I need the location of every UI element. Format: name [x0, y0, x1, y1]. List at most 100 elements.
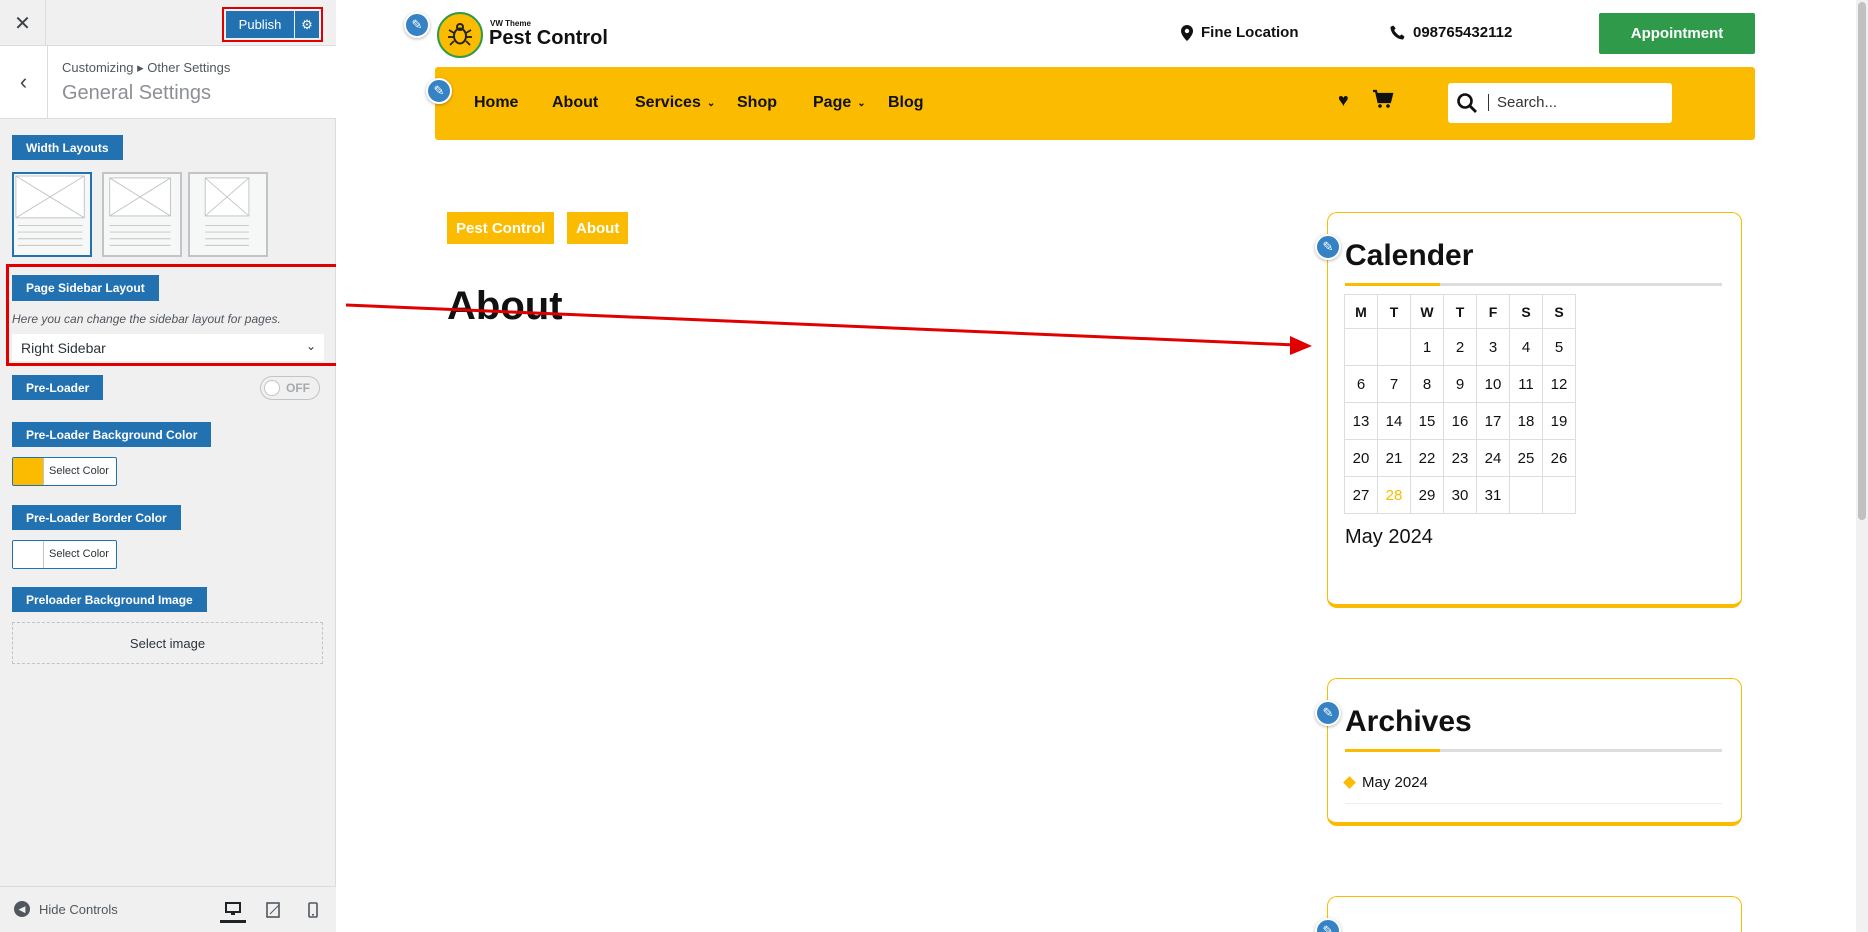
chevron-down-icon: ⌄	[857, 97, 866, 109]
calendar-day: 4	[1509, 328, 1543, 366]
calendar-day: 21	[1377, 439, 1411, 477]
layout-boxed[interactable]	[188, 172, 268, 257]
chevron-down-icon: ⌄	[706, 97, 716, 109]
calendar-day: 15	[1410, 402, 1444, 440]
calendar-day: 30	[1443, 476, 1477, 514]
calendar-empty-cell	[1542, 476, 1576, 514]
calendar-day: 18	[1509, 402, 1543, 440]
search-input[interactable]: Search...	[1448, 83, 1672, 123]
layout-boxed-icon	[204, 177, 250, 246]
search-placeholder: Search...	[1488, 94, 1557, 111]
page-sidebar-layout-value: Right Sidebar	[21, 339, 106, 356]
nav-blog[interactable]: Blog	[888, 94, 924, 112]
appointment-button[interactable]: Appointment	[1599, 13, 1755, 54]
calendar-week-row: 6 7 8 9 10 11 12	[1344, 365, 1576, 403]
preloader-bg-color-label: Pre-Loader Background Color	[12, 422, 212, 447]
cart-icon[interactable]	[1372, 88, 1394, 110]
layout-full-width[interactable]	[12, 172, 92, 257]
section-title: General Settings	[62, 82, 211, 104]
page-title: About	[447, 284, 563, 328]
divider	[1345, 803, 1722, 804]
calendar-day: 3	[1476, 328, 1510, 366]
title-underline	[1345, 749, 1722, 752]
nav-services[interactable]: Services ⌄	[635, 94, 715, 112]
customizer-screen: ✕ Publish ⚙ ‹ Customizing ▸ Other Settin…	[0, 0, 1868, 932]
nav-page[interactable]: Page ⌄	[813, 94, 866, 112]
breadcrumb-home[interactable]: Pest Control	[447, 212, 555, 244]
archives-widget: Archives May 2024	[1327, 678, 1742, 826]
close-icon[interactable]: ✕	[0, 0, 46, 46]
customizer-header-bar: ✕ Publish ⚙	[0, 0, 336, 46]
desktop-preview-icon[interactable]	[220, 897, 246, 923]
calendar-day: 1	[1410, 328, 1444, 366]
toggle-state: OFF	[286, 381, 310, 395]
calendar-day: 20	[1344, 439, 1378, 477]
edit-pencil-icon[interactable]: ✎	[1315, 234, 1341, 260]
page-sidebar-layout-label: Page Sidebar Layout	[12, 275, 159, 301]
calendar-day: 2	[1443, 328, 1477, 366]
calendar-day: 6	[1344, 365, 1378, 403]
search-icon	[1457, 93, 1477, 113]
back-chevron-icon[interactable]: ‹	[0, 46, 48, 118]
nav-home[interactable]: Home	[474, 94, 518, 112]
phone-text: 098765432112	[1413, 24, 1513, 41]
breadcrumb: Customizing ▸ Other Settings	[62, 60, 231, 75]
archive-link-label: May 2024	[1362, 774, 1428, 791]
width-layouts-label: Width Layouts	[12, 135, 123, 160]
preloader-label: Pre-Loader	[12, 375, 104, 400]
calendar-day-header: T	[1443, 294, 1477, 329]
publish-highlight: Publish ⚙	[222, 7, 323, 42]
hide-controls-button[interactable]: ◀ Hide Controls	[14, 901, 118, 917]
calendar-day: 9	[1443, 365, 1477, 403]
title-underline	[1345, 283, 1722, 286]
calendar-day: 22	[1410, 439, 1444, 477]
layout-full-width-icon	[15, 175, 85, 246]
calendar-day: 25	[1509, 439, 1543, 477]
page-sidebar-layout-select[interactable]: Right Sidebar ⌄	[12, 334, 324, 361]
customizer-footer: ◀ Hide Controls	[0, 886, 336, 932]
toggle-knob	[264, 380, 280, 396]
archive-link[interactable]: May 2024	[1343, 774, 1428, 791]
preloader-border-color-picker[interactable]: Select Color	[12, 540, 117, 569]
hide-controls-label: Hide Controls	[39, 901, 118, 917]
layout-contained[interactable]	[102, 172, 182, 257]
calendar-day: 17	[1476, 402, 1510, 440]
location-text: Fine Location	[1201, 24, 1299, 41]
logo-title[interactable]: Pest Control	[489, 27, 608, 50]
logo-bug-icon[interactable]	[437, 12, 483, 58]
archives-title: Archives	[1345, 705, 1472, 738]
diamond-bullet-icon	[1343, 776, 1356, 789]
calendar-day: 27	[1344, 476, 1378, 514]
calendar-day: 7	[1377, 365, 1411, 403]
calendar-empty-cell	[1509, 476, 1543, 514]
tablet-preview-icon[interactable]	[260, 897, 286, 923]
calendar-day: 26	[1542, 439, 1576, 477]
calendar-empty-cell	[1344, 328, 1378, 366]
mobile-preview-icon[interactable]	[300, 897, 326, 923]
edit-pencil-icon[interactable]: ✎	[404, 12, 430, 38]
calendar-week-row: 12345	[1344, 328, 1576, 366]
select-image-button[interactable]: Select image	[12, 622, 323, 664]
preloader-toggle[interactable]: OFF	[260, 376, 320, 400]
calendar-day: 23	[1443, 439, 1477, 477]
select-color-text: Select Color	[49, 548, 109, 560]
nav-shop[interactable]: Shop	[737, 94, 777, 112]
nav-about[interactable]: About	[552, 94, 598, 112]
edit-pencil-icon[interactable]: ✎	[426, 78, 452, 104]
preloader-bg-color-picker[interactable]: Select Color	[12, 457, 117, 486]
calendar-week-row: 27 28 29 30 31	[1344, 476, 1576, 514]
gear-icon[interactable]: ⚙	[295, 11, 319, 38]
location-info: Fine Location	[1181, 24, 1299, 41]
heart-icon[interactable]: ♥	[1338, 90, 1349, 111]
scrollbar-thumb[interactable]	[1858, 2, 1866, 520]
calendar-week-row: 20 21 22 23 24 25 26	[1344, 439, 1576, 477]
publish-button[interactable]: Publish	[226, 11, 294, 38]
calendar-caption: May 2024	[1345, 526, 1433, 548]
calendar-day: 16	[1443, 402, 1477, 440]
layout-contained-icon	[109, 177, 171, 246]
edit-pencil-icon[interactable]: ✎	[1315, 700, 1341, 726]
calendar-day: 14	[1377, 402, 1411, 440]
preloader-bg-image-label: Preloader Background Image	[12, 587, 207, 612]
preview-scrollbar[interactable]	[1856, 0, 1868, 932]
calendar-day-header: M	[1344, 294, 1378, 329]
